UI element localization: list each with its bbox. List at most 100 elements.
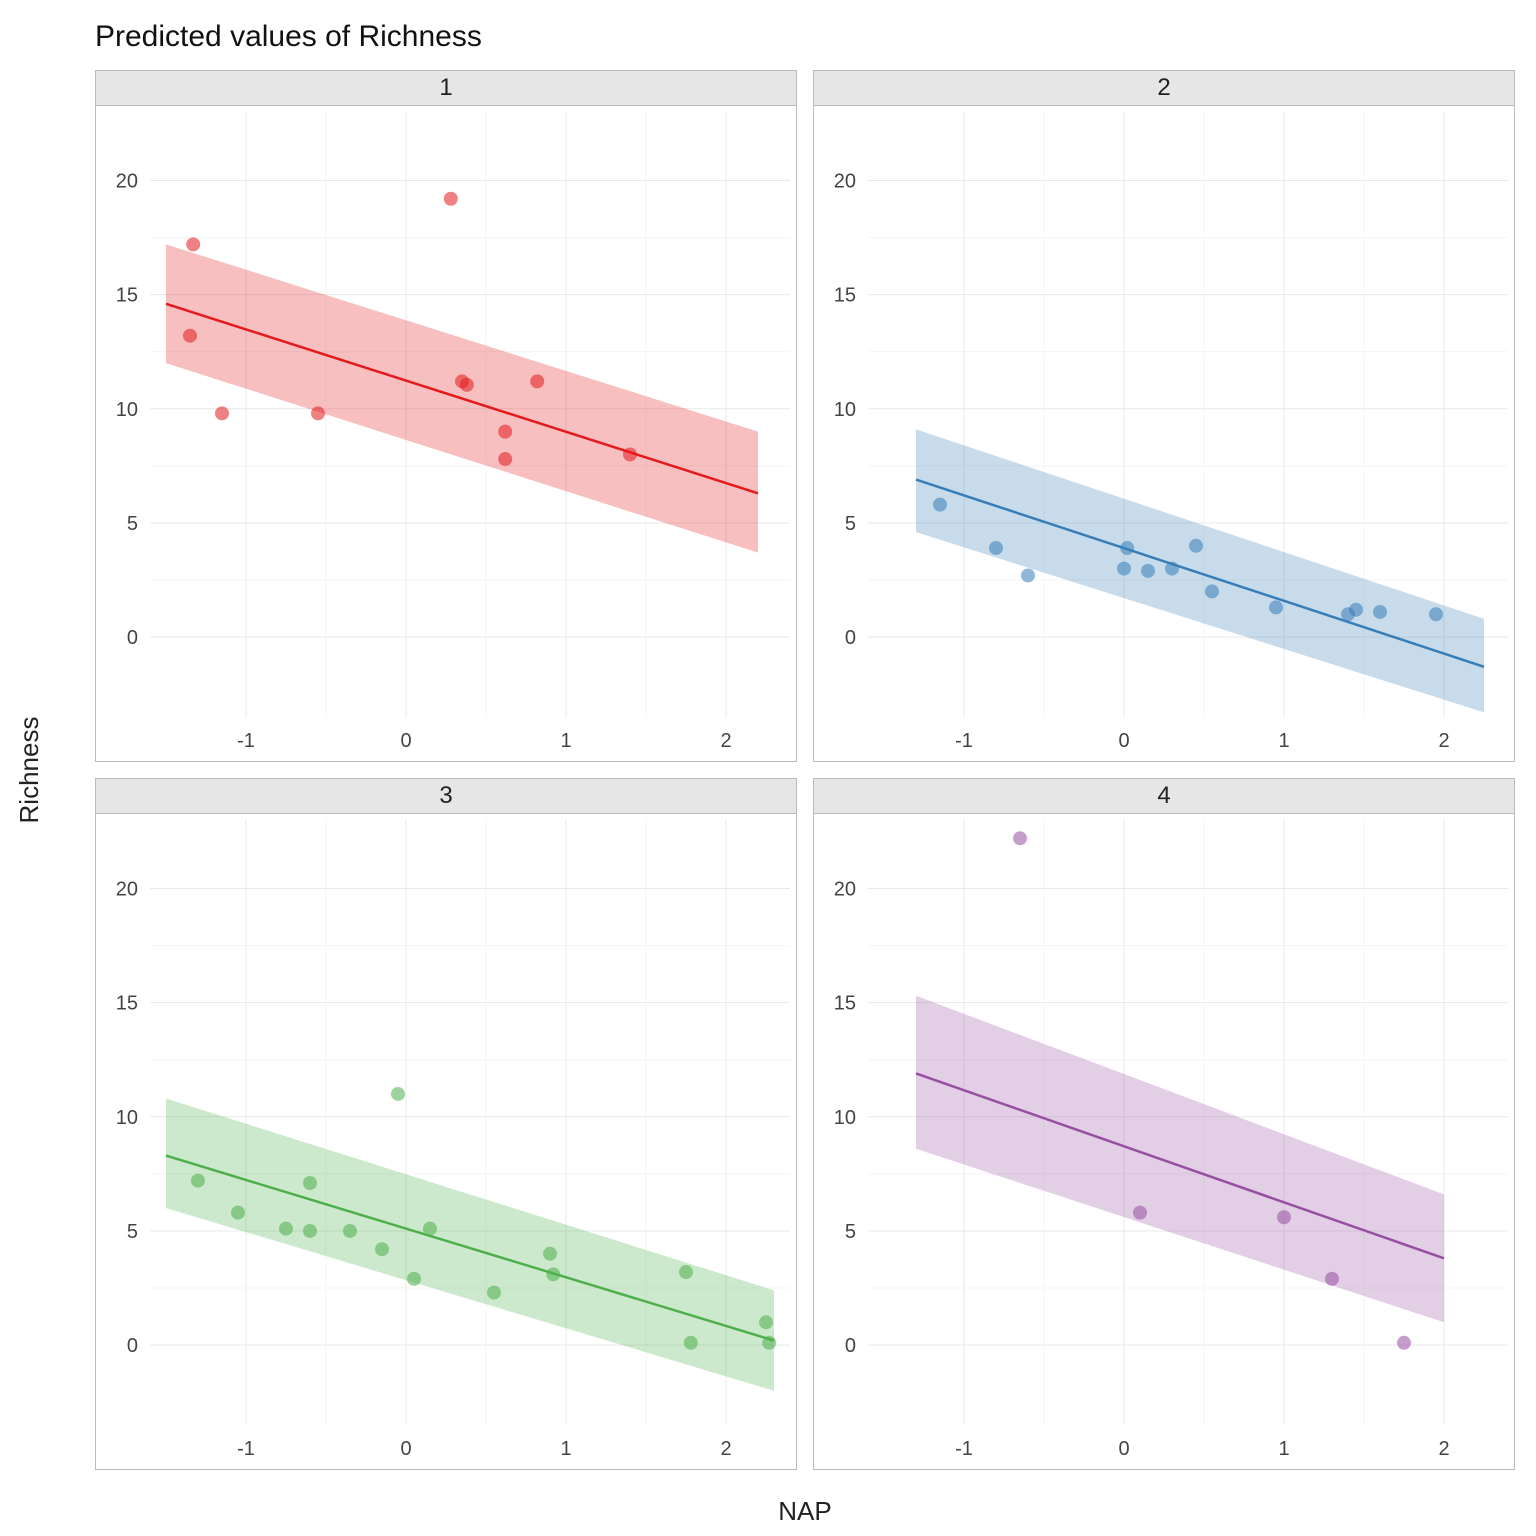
facet-strip: 3: [95, 778, 797, 813]
data-point: [1277, 1210, 1291, 1224]
data-point: [1120, 541, 1134, 555]
confidence-ribbon: [916, 429, 1484, 712]
fit-line: [166, 304, 758, 493]
data-point: [303, 1176, 317, 1190]
data-point: [231, 1206, 245, 1220]
data-point: [1117, 562, 1131, 576]
y-tick-label: 0: [845, 627, 856, 649]
data-point: [1429, 607, 1443, 621]
x-tick-label: 0: [1118, 730, 1129, 752]
y-tick-label: 20: [834, 878, 856, 900]
y-axis-label: Richness: [14, 717, 44, 824]
facet-strip: 1: [95, 70, 797, 105]
data-point: [279, 1222, 293, 1236]
data-point: [1013, 831, 1027, 845]
facet-4: 4 -101205101520: [813, 778, 1515, 1470]
facet-strip: 2: [813, 70, 1515, 105]
y-tick-label: 20: [834, 170, 856, 192]
y-tick-label: 15: [116, 285, 138, 307]
data-point: [407, 1272, 421, 1286]
y-tick-label: 10: [116, 399, 138, 421]
data-point: [933, 498, 947, 512]
y-tick-label: 15: [834, 993, 856, 1015]
y-tick-label: 15: [116, 993, 138, 1015]
x-tick-label: -1: [955, 730, 973, 752]
y-tick-label: 10: [116, 1107, 138, 1129]
x-tick-label: -1: [237, 730, 255, 752]
x-tick-label: 1: [560, 1438, 571, 1460]
data-point: [759, 1315, 773, 1329]
y-tick-label: 0: [127, 1335, 138, 1357]
data-point: [303, 1224, 317, 1238]
x-tick-label: 2: [1438, 1438, 1449, 1460]
data-point: [311, 406, 325, 420]
data-point: [546, 1267, 560, 1281]
x-axis-label: NAP: [778, 1496, 831, 1526]
plot-panel: -101205101520: [813, 813, 1515, 1470]
x-tick-label: 1: [1278, 730, 1289, 752]
data-point: [487, 1286, 501, 1300]
y-tick-label: 0: [127, 627, 138, 649]
chart-title: Predicted values of Richness: [95, 20, 482, 54]
x-tick-label: 0: [400, 1438, 411, 1460]
confidence-ribbon: [916, 996, 1444, 1322]
data-point: [530, 374, 544, 388]
data-point: [391, 1087, 405, 1101]
facet-1: 1 -101205101520: [95, 70, 797, 762]
data-point: [183, 329, 197, 343]
data-point: [1349, 603, 1363, 617]
x-tick-label: 0: [1118, 1438, 1129, 1460]
data-point: [460, 378, 474, 392]
y-tick-label: 20: [116, 170, 138, 192]
y-tick-label: 0: [845, 1335, 856, 1357]
data-point: [375, 1242, 389, 1256]
y-tick-label: 10: [834, 399, 856, 421]
data-point: [1189, 539, 1203, 553]
x-tick-label: 2: [1438, 730, 1449, 752]
data-point: [191, 1174, 205, 1188]
data-point: [623, 447, 637, 461]
data-point: [343, 1224, 357, 1238]
data-point: [679, 1265, 693, 1279]
data-point: [1165, 562, 1179, 576]
x-tick-label: -1: [955, 1438, 973, 1460]
data-point: [1325, 1272, 1339, 1286]
facet-2: 2 -101205101520: [813, 70, 1515, 762]
data-point: [1205, 584, 1219, 598]
data-point: [1021, 568, 1035, 582]
y-tick-label: 20: [116, 878, 138, 900]
x-tick-label: 0: [400, 730, 411, 752]
x-tick-label: 1: [1278, 1438, 1289, 1460]
plot-panel: -101205101520: [95, 105, 797, 762]
data-point: [498, 425, 512, 439]
data-point: [762, 1336, 776, 1350]
y-tick-label: 5: [845, 513, 856, 535]
x-tick-label: 2: [720, 1438, 731, 1460]
facet-grid: 1 -101205101520 2 -101205101520 3 -10120…: [95, 70, 1515, 1470]
x-tick-label: -1: [237, 1438, 255, 1460]
data-point: [215, 406, 229, 420]
data-point: [684, 1336, 698, 1350]
data-point: [1141, 564, 1155, 578]
x-tick-label: 1: [560, 730, 571, 752]
data-point: [1397, 1336, 1411, 1350]
plot-panel: -101205101520: [813, 105, 1515, 762]
data-point: [1269, 600, 1283, 614]
plot-panel: -101205101520: [95, 813, 797, 1470]
data-point: [498, 452, 512, 466]
data-point: [989, 541, 1003, 555]
y-tick-label: 5: [845, 1221, 856, 1243]
y-tick-label: 5: [127, 1221, 138, 1243]
data-point: [1133, 1206, 1147, 1220]
data-point: [444, 192, 458, 206]
fit-line: [916, 480, 1484, 667]
y-tick-label: 10: [834, 1107, 856, 1129]
y-tick-label: 15: [834, 285, 856, 307]
y-tick-label: 5: [127, 513, 138, 535]
data-point: [423, 1222, 437, 1236]
fit-line: [166, 1156, 774, 1341]
facet-3: 3 -101205101520: [95, 778, 797, 1470]
data-point: [543, 1247, 557, 1261]
data-point: [186, 237, 200, 251]
confidence-ribbon: [166, 1099, 774, 1391]
